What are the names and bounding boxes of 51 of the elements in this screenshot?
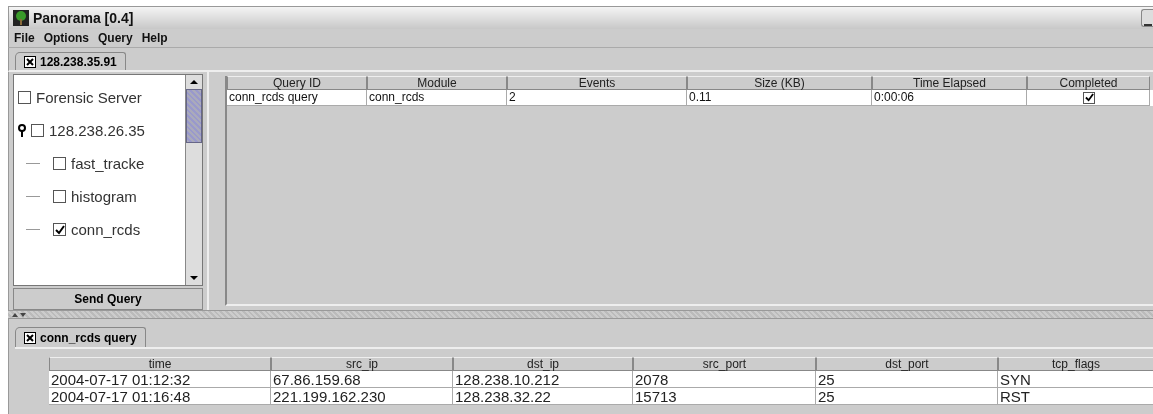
tab-label: conn_rcds query <box>40 330 137 345</box>
column-header[interactable]: Size (KB) <box>687 76 872 90</box>
table-cell: 128.238.32.22 <box>453 388 633 405</box>
menu-item[interactable]: Query <box>98 31 133 45</box>
column-header[interactable]: dst_port <box>816 357 998 371</box>
menu-item[interactable]: Options <box>43 31 89 45</box>
table-cell: conn_rcds query <box>227 90 367 106</box>
table-cell: 2004-07-17 01:16:48 <box>49 388 271 405</box>
column-header[interactable]: Events <box>507 76 687 90</box>
column-header[interactable]: dst_ip <box>453 357 633 371</box>
table-cell: 15713 <box>633 388 816 405</box>
menu-item[interactable]: File <box>14 31 35 45</box>
checkbox[interactable] <box>53 190 66 203</box>
menu-item[interactable]: Help <box>141 31 168 45</box>
table-cell: 221.199.162.230 <box>271 388 453 405</box>
tab-label: 128.238.35.91 <box>40 54 117 69</box>
minimize-button[interactable] <box>1141 9 1153 27</box>
checkbox[interactable] <box>31 124 44 137</box>
table-cell: RST <box>998 388 1153 405</box>
column-header[interactable]: tcp_flags <box>998 357 1153 371</box>
window-title: Panorama [0.4] <box>33 10 134 26</box>
column-header[interactable]: time <box>49 357 271 371</box>
split-arrows-icon[interactable] <box>11 311 27 318</box>
checkbox[interactable] <box>18 91 31 104</box>
send-query-button[interactable]: Send Query <box>13 288 203 310</box>
server-tab[interactable]: 128.238.35.91 <box>15 52 126 70</box>
tree-item-label[interactable]: conn_rcds <box>71 221 141 238</box>
close-icon[interactable] <box>24 331 36 344</box>
column-header[interactable]: Module <box>367 76 507 90</box>
column-header[interactable]: Completed <box>1027 76 1150 90</box>
column-header[interactable]: src_ip <box>271 357 453 371</box>
column-header[interactable]: src_port <box>633 357 816 371</box>
checkbox[interactable] <box>53 223 66 236</box>
tree-item-label[interactable]: histogram <box>71 188 137 205</box>
column-header[interactable]: Time Elapsed <box>872 76 1027 90</box>
tree-item-label[interactable]: 128.238.26.35 <box>49 122 145 139</box>
table-cell: conn_rcds <box>367 90 507 106</box>
result-tab[interactable]: conn_rcds query <box>15 327 146 347</box>
scroll-thumb[interactable] <box>186 89 202 143</box>
tree-icon <box>13 10 29 26</box>
column-header[interactable]: Query ID <box>227 76 367 90</box>
table-cell: 0:00:06 <box>872 90 1027 106</box>
checkbox[interactable] <box>53 157 66 170</box>
table-cell: 0.11 <box>687 90 872 106</box>
tree-item-label[interactable]: Forensic Server <box>36 89 142 106</box>
scrollbar[interactable] <box>185 75 202 285</box>
table-cell: 25 <box>816 388 998 405</box>
close-icon[interactable] <box>24 55 36 68</box>
table-cell: 2 <box>507 90 687 106</box>
tree-item-label[interactable]: fast_tracke <box>71 155 145 172</box>
expand-handle-icon[interactable] <box>18 123 26 138</box>
